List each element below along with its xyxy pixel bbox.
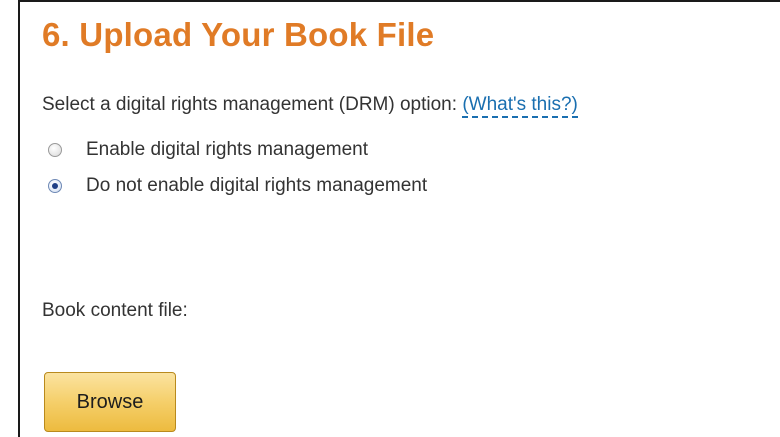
radio-enable-drm[interactable]: Enable digital rights management — [48, 139, 368, 161]
radio-button-checked[interactable] — [48, 179, 62, 193]
radio-label-enable-drm: Enable digital rights management — [86, 139, 369, 160]
drm-prompt: Select a digital rights management (DRM)… — [42, 94, 578, 118]
radio-label-disable-drm: Do not enable digital rights management — [86, 175, 428, 196]
upload-section-panel: 6. Upload Your Book File Select a digita… — [18, 0, 780, 437]
book-content-file-label: Book content file: — [42, 300, 188, 321]
section-title: 6. Upload Your Book File — [42, 16, 435, 53]
radio-disable-drm[interactable]: Do not enable digital rights management — [48, 175, 427, 197]
drm-prompt-text: Select a digital rights management (DRM)… — [42, 94, 458, 115]
radio-button-unchecked[interactable] — [48, 143, 62, 157]
drm-help-link[interactable]: (What's this?) — [462, 94, 578, 118]
browse-button[interactable]: Browse — [44, 372, 176, 432]
